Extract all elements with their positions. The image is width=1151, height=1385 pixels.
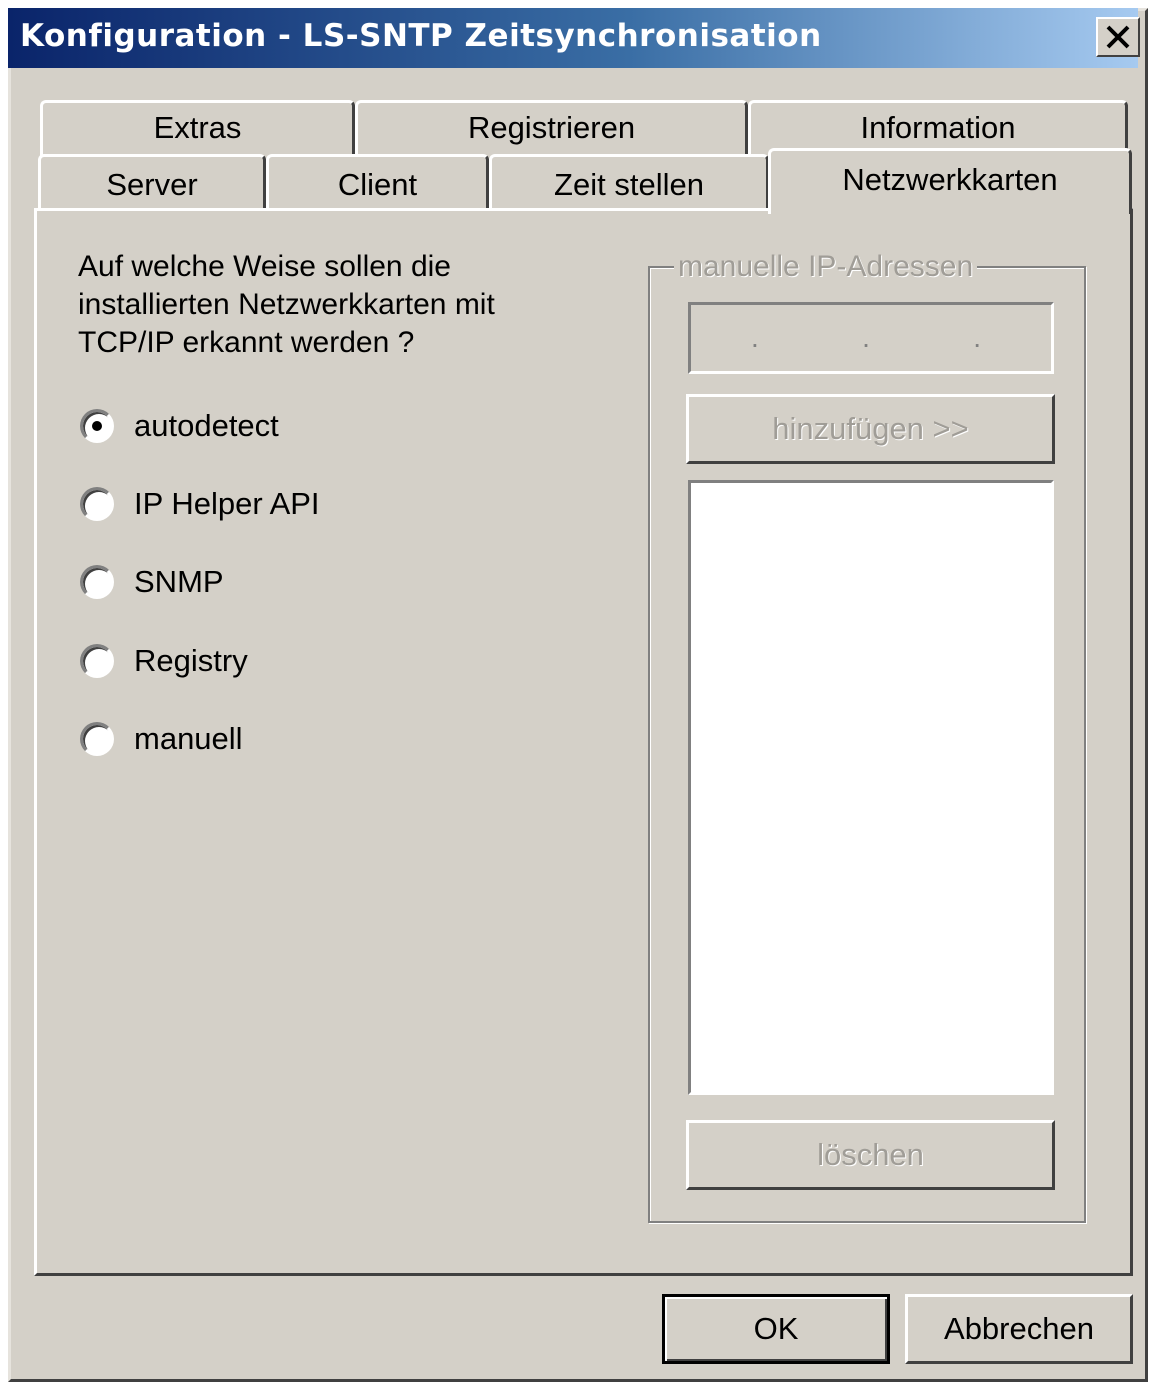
tab-label: Zeit stellen [554, 166, 704, 202]
manual-ip-list[interactable] [688, 480, 1054, 1095]
window-title: Konfiguration - LS-SNTP Zeitsynchronisat… [20, 18, 822, 54]
ip-field-dots: . . . [751, 322, 1002, 353]
delete-button[interactable]: löschen [686, 1120, 1055, 1190]
tab-label: Registrieren [467, 109, 636, 145]
radio-label: IP Helper API [134, 486, 320, 521]
radio-label: manuell [134, 721, 243, 756]
ok-button[interactable]: OK [662, 1294, 890, 1364]
title-bar[interactable]: Konfiguration - LS-SNTP Zeitsynchronisat… [8, 8, 1138, 68]
add-button[interactable]: hinzufügen >> [686, 394, 1055, 464]
radio-snmp[interactable]: SNMP [80, 562, 224, 602]
close-icon [1106, 25, 1130, 49]
delete-button-label: löschen [817, 1137, 924, 1172]
radio-button[interactable] [80, 487, 114, 521]
tab-label: Client [337, 166, 418, 202]
radio-registry[interactable]: Registry [80, 641, 248, 681]
radio-button[interactable] [80, 565, 114, 599]
cancel-button[interactable]: Abbrechen [905, 1294, 1133, 1364]
tab-label: Server [106, 166, 198, 202]
tab-label: Netzwerkkarten [842, 161, 1058, 197]
tab-extras[interactable]: Extras [40, 100, 355, 160]
add-button-label: hinzufügen >> [772, 411, 969, 446]
tab-server[interactable]: Server [38, 154, 266, 212]
tab-label: Information [860, 109, 1016, 145]
detection-question: Auf welche Weise sollen die installierte… [78, 250, 495, 359]
radio-autodetect[interactable]: autodetect [80, 406, 279, 446]
radio-manuell[interactable]: manuell [80, 719, 243, 759]
tab-zeit-stellen[interactable]: Zeit stellen [489, 154, 769, 212]
radio-selected-dot [92, 421, 102, 431]
ip-address-field[interactable]: . . . [688, 302, 1054, 374]
ok-button-label: OK [753, 1311, 799, 1346]
radio-button[interactable] [80, 644, 114, 678]
tab-netzwerkkarten[interactable]: Netzwerkkarten [768, 148, 1132, 214]
radio-button[interactable] [80, 722, 114, 756]
close-button[interactable] [1096, 17, 1140, 57]
tab-label: Extras [153, 109, 242, 145]
tab-client[interactable]: Client [266, 154, 489, 212]
radio-button[interactable] [80, 409, 114, 443]
radio-label: autodetect [134, 408, 279, 443]
group-legend: manuelle IP-Adressen [674, 250, 978, 284]
radio-label: SNMP [134, 564, 224, 599]
cancel-button-label: Abbrechen [944, 1311, 1094, 1346]
radio-label: Registry [134, 643, 248, 678]
radio-ip-helper-api[interactable]: IP Helper API [80, 484, 320, 524]
tab-registrieren[interactable]: Registrieren [355, 100, 748, 160]
